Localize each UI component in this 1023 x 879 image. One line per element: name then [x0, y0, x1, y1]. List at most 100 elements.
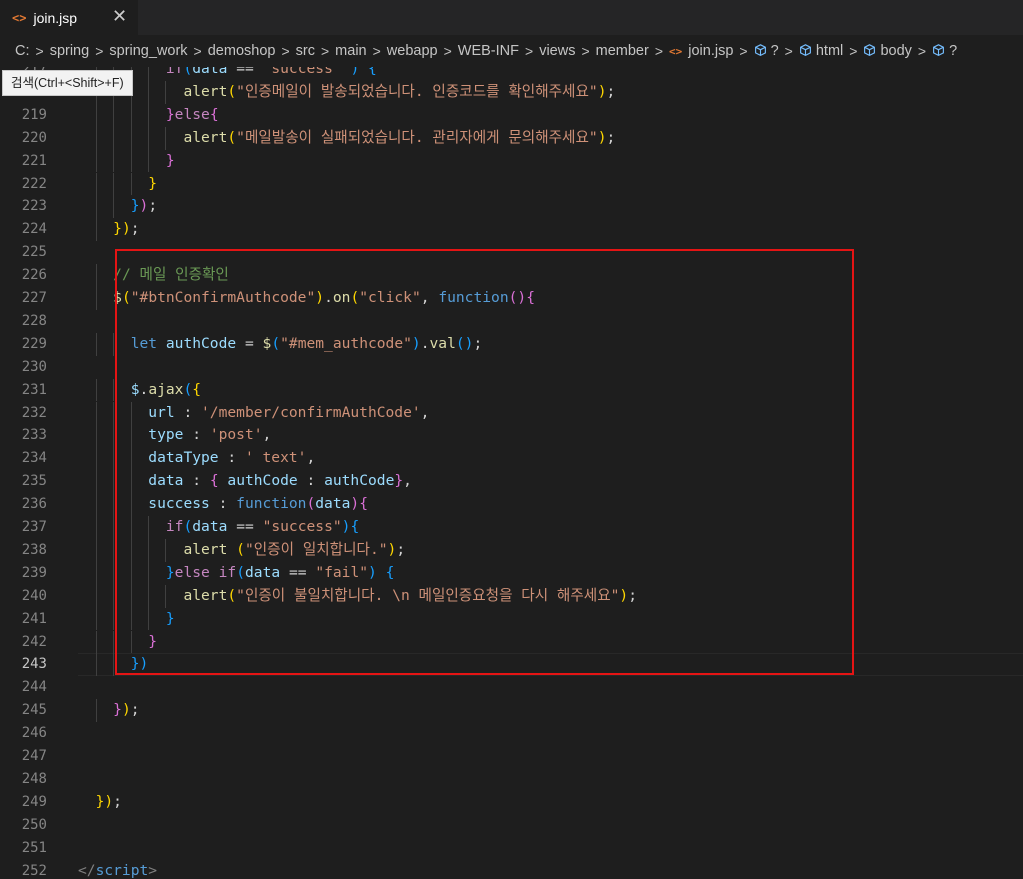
- breadcrumb-item[interactable]: ?: [754, 43, 779, 59]
- breadcrumb-separator: >: [35, 43, 44, 59]
- code-line[interactable]: });: [78, 218, 139, 241]
- code-token: "click": [359, 289, 421, 306]
- code-editor[interactable]: 2172182192202212222232242252262272282292…: [0, 67, 1023, 879]
- code-line[interactable]: success : function(data){: [78, 493, 368, 516]
- code-line[interactable]: }: [78, 150, 175, 173]
- indent-guide: [96, 493, 98, 516]
- indent-guide: [113, 378, 115, 402]
- breadcrumb-item[interactable]: WEB-INF: [458, 43, 519, 59]
- code-line[interactable]: data : { authCode : authCode},: [78, 470, 412, 493]
- indent-guide: [130, 126, 132, 150]
- code-line[interactable]: alert("메일발송이 실패되었습니다. 관리자에게 문의해주세요");: [78, 127, 615, 150]
- breadcrumb-item[interactable]: member: [596, 43, 649, 59]
- indent-guide: [147, 80, 149, 104]
- breadcrumb-item[interactable]: views: [539, 43, 575, 59]
- code-line[interactable]: type : 'post',: [78, 424, 271, 447]
- line-number: 219: [21, 106, 47, 123]
- code-token: 'post': [209, 426, 263, 444]
- code-token: type: [148, 426, 184, 444]
- code-line[interactable]: if(data == "success"){: [78, 516, 359, 539]
- code-token: :: [174, 403, 202, 421]
- breadcrumb-separator: >: [95, 43, 104, 59]
- code-line[interactable]: </script>: [78, 860, 157, 879]
- code-line[interactable]: alert ("인증이 일치합니다.");: [78, 539, 405, 562]
- breadcrumb-label: html: [815, 43, 844, 59]
- code-token: ==: [227, 518, 263, 535]
- code-line[interactable]: // 메일 인증확인: [78, 264, 229, 287]
- code-token: alert: [183, 540, 228, 558]
- code-line[interactable]: }: [78, 631, 157, 654]
- breadcrumb-label: WEB-INF: [457, 43, 519, 59]
- line-number: 239: [21, 564, 47, 581]
- breadcrumb-separator: >: [525, 43, 534, 59]
- code-token: "#mem_authcode": [280, 334, 412, 352]
- indent-guide: [96, 447, 98, 471]
- breadcrumb-item[interactable]: demoshop: [208, 43, 276, 59]
- code-token: ): [350, 495, 360, 513]
- indent-guide: [130, 538, 132, 562]
- code-token: (: [183, 67, 193, 77]
- code-token: data: [245, 563, 281, 581]
- indent-guide: [113, 561, 115, 585]
- code-token: on: [332, 289, 351, 306]
- code-token: val: [429, 334, 456, 352]
- code-token: (: [183, 380, 193, 398]
- code-line[interactable]: });: [78, 195, 157, 218]
- breadcrumb-item[interactable]: C:: [15, 43, 30, 59]
- line-number: 226: [21, 267, 47, 284]
- code-line[interactable]: }: [78, 173, 157, 196]
- indent-guide: [96, 126, 98, 150]
- code-token: "success": [262, 518, 342, 535]
- breadcrumb-item[interactable]: html: [799, 43, 843, 59]
- code-token: {: [385, 563, 395, 581]
- indent-guide: [165, 538, 166, 562]
- code-token: :: [218, 449, 245, 467]
- code-token: .: [420, 334, 430, 352]
- breadcrumb-item[interactable]: spring_work: [109, 43, 187, 59]
- breadcrumb-item[interactable]: ?: [932, 43, 957, 59]
- indent-guide: [113, 516, 115, 539]
- indent-guide: [147, 561, 149, 585]
- code-line[interactable]: }else if(data == "fail") {: [78, 562, 395, 585]
- code-token: ;: [113, 792, 122, 810]
- line-number: 235: [21, 473, 47, 490]
- code-token: (): [455, 334, 474, 352]
- tab-join-jsp[interactable]: <> join.jsp ✕: [0, 0, 138, 35]
- breadcrumb-item[interactable]: spring: [50, 43, 90, 59]
- code-token: ajax: [148, 380, 184, 398]
- code-token: .: [139, 380, 149, 398]
- code-token: ;: [628, 586, 638, 604]
- code-line[interactable]: });: [78, 791, 122, 814]
- breadcrumb-item[interactable]: webapp: [387, 43, 438, 59]
- code-token: }: [113, 220, 122, 238]
- code-line[interactable]: alert("인증이 불일치합니다. \n 메일인증요청을 다시 해주세요");: [78, 585, 637, 608]
- line-number: 243: [21, 656, 47, 673]
- tab-label: join.jsp: [33, 9, 78, 26]
- code-token: ==: [227, 67, 263, 77]
- code-line[interactable]: alert("인증메일이 발송되었습니다. 인증코드를 확인해주세요");: [78, 81, 615, 104]
- line-number: 242: [21, 633, 47, 650]
- code-token: "인증이 일치합니다.": [244, 540, 388, 558]
- line-number: 236: [21, 496, 47, 513]
- code-line[interactable]: }: [78, 608, 175, 631]
- code-token: }: [394, 472, 404, 490]
- indent-guide: [113, 424, 115, 448]
- breadcrumb-item[interactable]: <> join.jsp: [669, 43, 733, 59]
- code-line[interactable]: $("#btnConfirmAuthcode").on("click", fun…: [78, 287, 535, 310]
- close-icon[interactable]: ✕: [112, 6, 127, 27]
- code-line[interactable]: let authCode = $("#mem_authcode").val();: [78, 333, 483, 356]
- line-number: 223: [21, 198, 47, 215]
- code-line[interactable]: });: [78, 699, 139, 722]
- line-number: 225: [21, 244, 47, 261]
- breadcrumb-item[interactable]: body: [863, 43, 912, 59]
- code-token: // 메일 인증확인: [113, 266, 229, 284]
- code-token: (: [121, 289, 131, 306]
- indent-guide: [113, 401, 115, 425]
- breadcrumb-item[interactable]: src: [296, 43, 315, 59]
- code-token: }: [113, 701, 122, 719]
- indent-guide: [165, 126, 166, 150]
- breadcrumb-item[interactable]: main: [335, 43, 366, 59]
